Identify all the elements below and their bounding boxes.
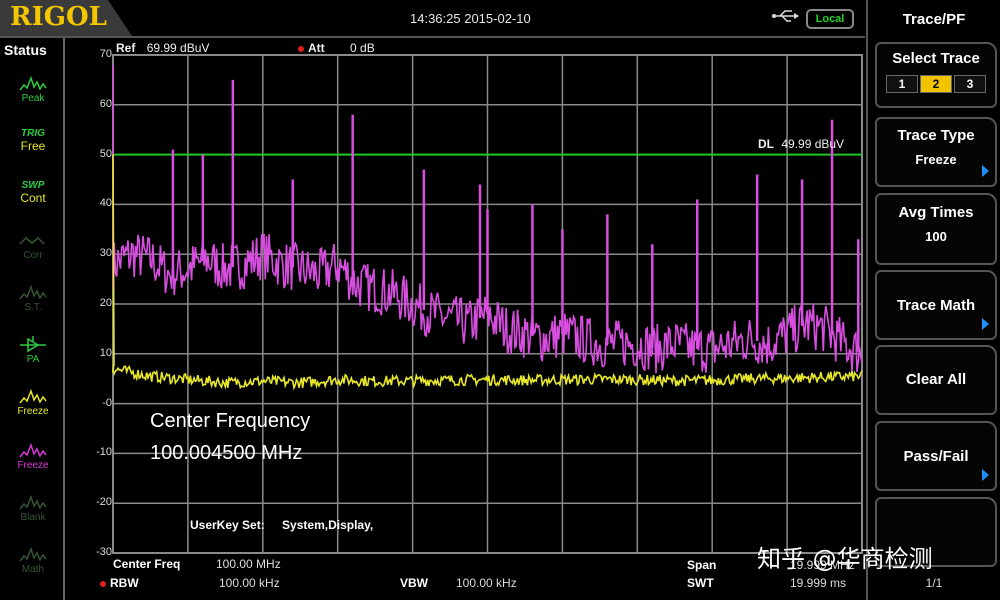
trace-3-button[interactable]: 3 [954,75,986,93]
avg-times-label: Avg Times [898,204,974,221]
trace-math-softkey[interactable]: Trace Math [875,270,997,340]
pass-fail-softkey[interactable]: Pass/Fail [875,421,997,491]
dl-label-text: DL [758,137,774,151]
clear-all-softkey[interactable]: Clear All [875,345,997,415]
spectrum-plot [112,54,863,554]
y-tick-label: -0 [102,396,112,409]
avg-times-value: 100 [925,229,947,244]
y-tick-label: 70 [99,48,112,60]
y-tick-label: -30 [96,546,112,558]
display-line-label: DL 49.99 dBuV [758,137,844,151]
rbw-indicator-dot [100,580,106,587]
select-trace-label: Select Trace [892,50,980,67]
y-tick-label: 40 [99,197,112,210]
vbw-label: VBW [400,576,428,590]
menu-title: Trace/PF [902,11,966,28]
y-tick-label: 50 [99,147,112,160]
y-tick-label: 30 [99,247,112,260]
y-tick-label: 20 [99,297,112,309]
y-tick-label: 10 [99,346,112,359]
y-tick-label: 60 [99,97,112,110]
y-tick-label: -10 [96,446,112,459]
att-value: 0 dB [350,41,375,55]
center-freq-value[interactable]: 100.00 MHz [216,557,281,571]
clear-all-label: Clear All [905,371,967,388]
swt-label: SWT [687,576,714,590]
rbw-value[interactable]: 100.00 kHz [219,576,280,590]
reference-level: Ref 69.99 dBuV [116,41,209,55]
att-indicator-dot [298,45,304,52]
center-frequency-overlay: Center Frequency 100.004500 MHz [150,405,310,469]
submenu-arrow-icon [982,318,989,330]
ref-label: Ref [116,41,136,55]
overlay-title: Center Frequency [150,410,311,432]
rbw-label: RBW [100,576,139,590]
trace-1-button[interactable]: 1 [886,75,918,93]
span-label: Span [687,558,717,572]
pass-fail-label: Pass/Fail [903,448,969,465]
swt-value[interactable]: 19.999 ms [790,576,846,590]
select-trace-softkey[interactable]: Select Trace 123 [875,42,997,108]
avg-times-softkey[interactable]: Avg Times 100 [875,193,997,265]
submenu-arrow-icon [982,165,989,177]
menu-page-indicator: 1/1 [925,576,943,590]
att-label: Att [308,41,325,55]
trace-type-value: Freeze [915,152,957,167]
watermark: 知乎 @华商检测 [757,545,933,573]
dl-value: 49.99 dBuV [781,137,845,151]
userkey-value: System,Display, [282,518,374,532]
trace-selector: 123 [877,75,995,93]
attenuation: Att 0 dB [298,41,375,55]
ref-value: 69.99 dBuV [146,41,210,55]
trace-type-softkey[interactable]: Trace Type Freeze [875,117,997,187]
rbw-label-text: RBW [110,576,139,590]
userkey-set: UserKey Set: System,Display, [190,518,373,532]
trace-type-label: Trace Type [897,127,975,144]
vbw-value[interactable]: 100.00 kHz [456,576,517,590]
y-tick-label: -20 [96,496,112,509]
overlay-value: 100.004500 MHz [150,442,303,464]
trace-2-button[interactable]: 2 [920,75,952,93]
submenu-arrow-icon [982,469,989,481]
center-freq-label: Center Freq [113,557,181,571]
userkey-label: UserKey Set: [190,518,265,532]
trace-math-label: Trace Math [896,297,976,314]
